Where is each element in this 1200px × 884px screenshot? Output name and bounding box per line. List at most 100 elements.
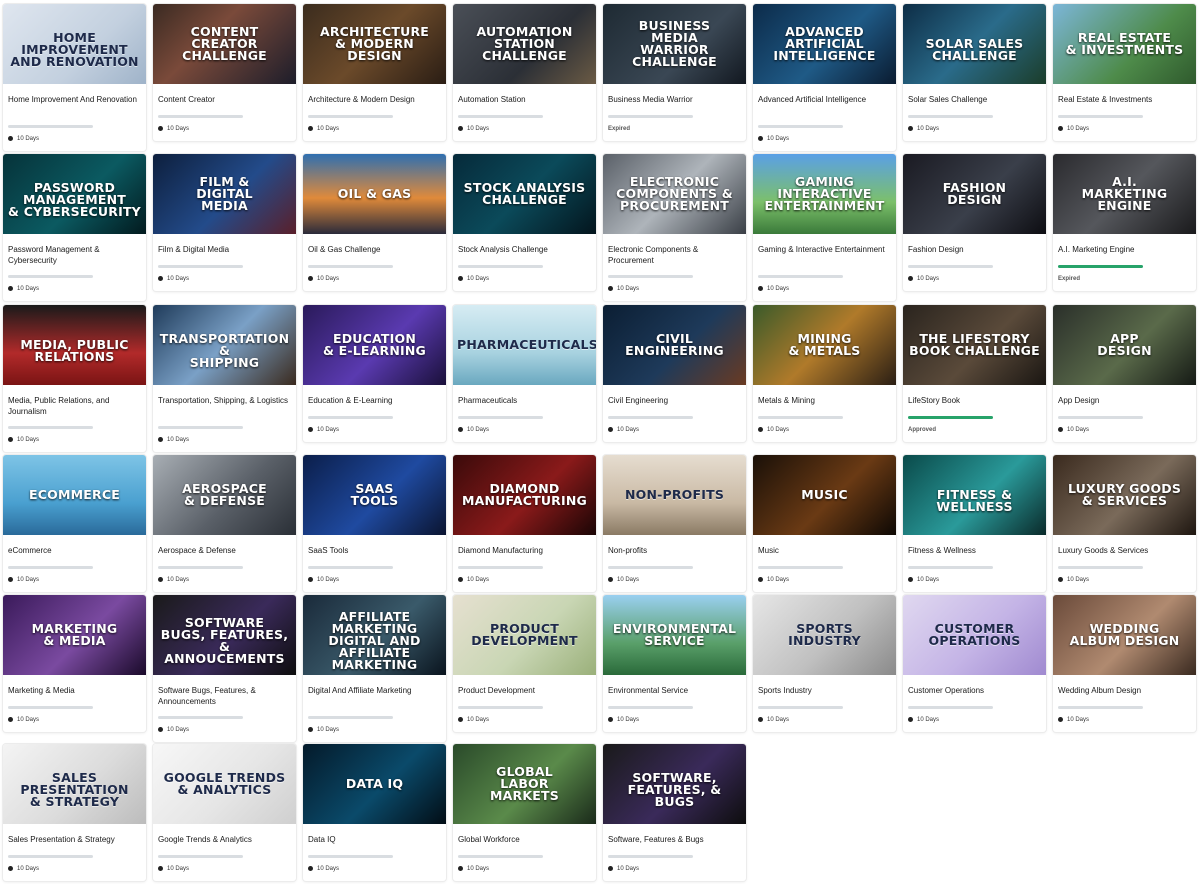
- challenge-card[interactable]: Solar Sales Challenge Solar Sales Challen…: [903, 4, 1046, 141]
- challenge-card[interactable]: Google Trends & Analytics Google Trends &…: [153, 744, 296, 881]
- challenge-card[interactable]: Wedding Album Design Wedding Album Design…: [1053, 595, 1196, 732]
- challenge-card[interactable]: Marketing & Media Marketing & Media 10 Day…: [3, 595, 146, 732]
- timer-icon: [908, 125, 913, 131]
- timer-icon: [8, 576, 13, 582]
- thumbnail-text: Sales Presentation & Strategy: [20, 770, 129, 809]
- thumbnail-text: Google Trends & Analytics: [163, 770, 286, 797]
- card-title: Stock Analysis Challenge: [458, 245, 548, 254]
- challenge-card[interactable]: Home Improvement and Renovation Home Impr…: [3, 4, 146, 151]
- challenge-card[interactable]: Affiliate Marketing Digital and Affiliat…: [303, 595, 446, 742]
- thumbnail-text: Aerospace & Defense: [182, 481, 267, 508]
- challenge-card[interactable]: Electronic Components & Procurement Elect…: [603, 154, 746, 301]
- card-meta: 10 Days: [8, 436, 39, 444]
- card-thumbnail: Global Labor Markets: [453, 744, 596, 824]
- progress-bar: [608, 855, 693, 858]
- challenge-card[interactable]: Global Labor Markets Global Workforce 10 D…: [453, 744, 596, 881]
- challenge-card[interactable]: eCommerce eCommerce 10 Days: [3, 455, 146, 592]
- card-meta: 10 Days: [158, 726, 189, 734]
- card-title: Architecture & Modern Design: [308, 95, 415, 104]
- challenge-card[interactable]: Music Music 10 Days: [753, 455, 896, 592]
- thumbnail-text: Real Estate & Investments: [1065, 30, 1184, 57]
- challenge-card[interactable]: SaaS Tools SaaS Tools 10 Days: [303, 455, 446, 592]
- timer-icon: [608, 865, 613, 871]
- challenge-card[interactable]: Fitness & Wellness Fitness & Wellness 10 D…: [903, 455, 1046, 592]
- timer-icon: [458, 275, 463, 281]
- challenge-card[interactable]: Film & Digital Media Film & Digital Media…: [153, 154, 296, 291]
- card-thumbnail: Sports Industry: [753, 595, 896, 675]
- card-meta-text: 10 Days: [317, 427, 340, 433]
- challenge-card[interactable]: Pharmaceuticals Pharmaceuticals 10 Days: [453, 305, 596, 442]
- timer-icon: [158, 275, 163, 281]
- challenge-card[interactable]: Sales Presentation & Strategy Sales Prese…: [3, 744, 146, 881]
- card-meta-text: 10 Days: [1067, 126, 1090, 132]
- progress-bar: [758, 275, 843, 278]
- challenge-card[interactable]: Automation Station Challenge Automation S…: [453, 4, 596, 141]
- card-meta-text: 10 Days: [767, 427, 790, 433]
- card-meta-text: 10 Days: [467, 126, 490, 132]
- challenge-card[interactable]: Education & E-Learning Education & E-Lear…: [303, 305, 446, 442]
- challenge-card[interactable]: Environmental Service Environmental Servi…: [603, 595, 746, 732]
- card-meta-text: 10 Days: [617, 717, 640, 723]
- challenge-card[interactable]: Architecture & Modern Design Architecture…: [303, 4, 446, 141]
- card-meta-text: 10 Days: [17, 437, 40, 443]
- challenge-card[interactable]: A.I. Marketing Engine A.I. Marketing Engi…: [1053, 154, 1196, 291]
- progress-bar: [158, 265, 243, 268]
- card-title: Diamond Manufacturing: [458, 546, 543, 555]
- challenge-card[interactable]: Sports Industry Sports Industry 10 Days: [753, 595, 896, 732]
- card-meta-text: 10 Days: [467, 717, 490, 723]
- card-meta: 10 Days: [1058, 716, 1089, 724]
- challenge-card[interactable]: Password Management & Cybersecurity Passw…: [3, 154, 146, 301]
- challenge-card[interactable]: Data IQ Data IQ 10 Days: [303, 744, 446, 881]
- challenge-card[interactable]: Customer Operations Customer Operations 10…: [903, 595, 1046, 732]
- card-title: Education & E-Learning: [308, 396, 393, 405]
- challenge-card[interactable]: Software, Features, & Bugs Software, Feat…: [603, 744, 746, 881]
- challenge-card[interactable]: App Design App Design 10 Days: [1053, 305, 1196, 442]
- challenge-card[interactable]: Fashion Design Fashion Design 10 Days: [903, 154, 1046, 291]
- challenge-card[interactable]: Product Development Product Development 10…: [453, 595, 596, 732]
- thumbnail-text: Civil Engineering: [625, 331, 724, 358]
- challenge-card[interactable]: Non-Profits Non-profits 10 Days: [603, 455, 746, 592]
- card-meta: 10 Days: [8, 716, 39, 724]
- challenge-card[interactable]: Diamond Manufacturing Diamond Manufacturi…: [453, 455, 596, 592]
- challenge-card[interactable]: Business Media Warrior Challenge Business…: [603, 4, 746, 141]
- challenge-card[interactable]: Software Bugs, Features, & Annoucements S…: [153, 595, 296, 742]
- challenge-card[interactable]: Content Creator Challenge Content Creator…: [153, 4, 296, 141]
- challenge-card[interactable]: The LifeStory Book Challenge LifeStory Bo…: [903, 305, 1046, 442]
- challenge-card[interactable]: Civil Engineering Civil Engineering 10 Day…: [603, 305, 746, 442]
- card-thumbnail: Product Development: [453, 595, 596, 675]
- thumbnail-text: Password Management & Cybersecurity: [8, 180, 141, 219]
- card-title: Home Improvement And Renovation: [8, 95, 137, 104]
- card-thumbnail: Automation Station Challenge: [453, 4, 596, 84]
- challenge-card[interactable]: Stock Analysis Challenge Stock Analysis C…: [453, 154, 596, 291]
- card-title: LifeStory Book: [908, 396, 961, 405]
- card-meta: 10 Days: [8, 865, 39, 873]
- thumbnail-text: Stock Analysis Challenge: [463, 180, 586, 207]
- thumbnail-text: Mining & Metals: [788, 331, 861, 358]
- challenge-card[interactable]: Mining & Metals Metals & Mining 10 Days: [753, 305, 896, 442]
- card-thumbnail: Mining & Metals: [753, 305, 896, 385]
- challenge-card[interactable]: Media, Public Relations Media, Public Rel…: [3, 305, 146, 452]
- challenge-card[interactable]: Transportation & Shipping Transportation,…: [153, 305, 296, 452]
- challenge-card[interactable]: Advanced Artificial Intelligence Advanced…: [753, 4, 896, 151]
- progress-bar: [8, 855, 93, 858]
- card-meta: 10 Days: [458, 576, 489, 584]
- card-title: A.I. Marketing Engine: [1058, 245, 1135, 254]
- card-meta-text: 10 Days: [1067, 717, 1090, 723]
- timer-icon: [608, 716, 613, 722]
- challenge-card[interactable]: Aerospace & Defense Aerospace & Defense 10…: [153, 455, 296, 592]
- thumbnail-text: App Design: [1097, 331, 1152, 358]
- thumbnail-text: Luxury Goods & Services: [1067, 481, 1182, 508]
- card-thumbnail: Fitness & Wellness: [903, 455, 1046, 535]
- card-title: Data IQ: [308, 835, 336, 844]
- card-thumbnail: Aerospace & Defense: [153, 455, 296, 535]
- card-meta-text: 10 Days: [917, 126, 940, 132]
- card-thumbnail: Marketing & Media: [3, 595, 146, 675]
- card-meta: 10 Days: [758, 285, 789, 293]
- challenge-card[interactable]: Luxury Goods & Services Luxury Goods & Se…: [1053, 455, 1196, 592]
- challenge-card[interactable]: Gaming Interactive Entertainment Gaming &…: [753, 154, 896, 301]
- card-title: Customer Operations: [908, 686, 985, 695]
- challenge-card[interactable]: Real Estate & Investments Real Estate & I…: [1053, 4, 1196, 141]
- card-thumbnail: Film & Digital Media: [153, 154, 296, 234]
- timer-icon: [308, 576, 313, 582]
- challenge-card[interactable]: Oil & Gas Oil & Gas Challenge 10 Days: [303, 154, 446, 291]
